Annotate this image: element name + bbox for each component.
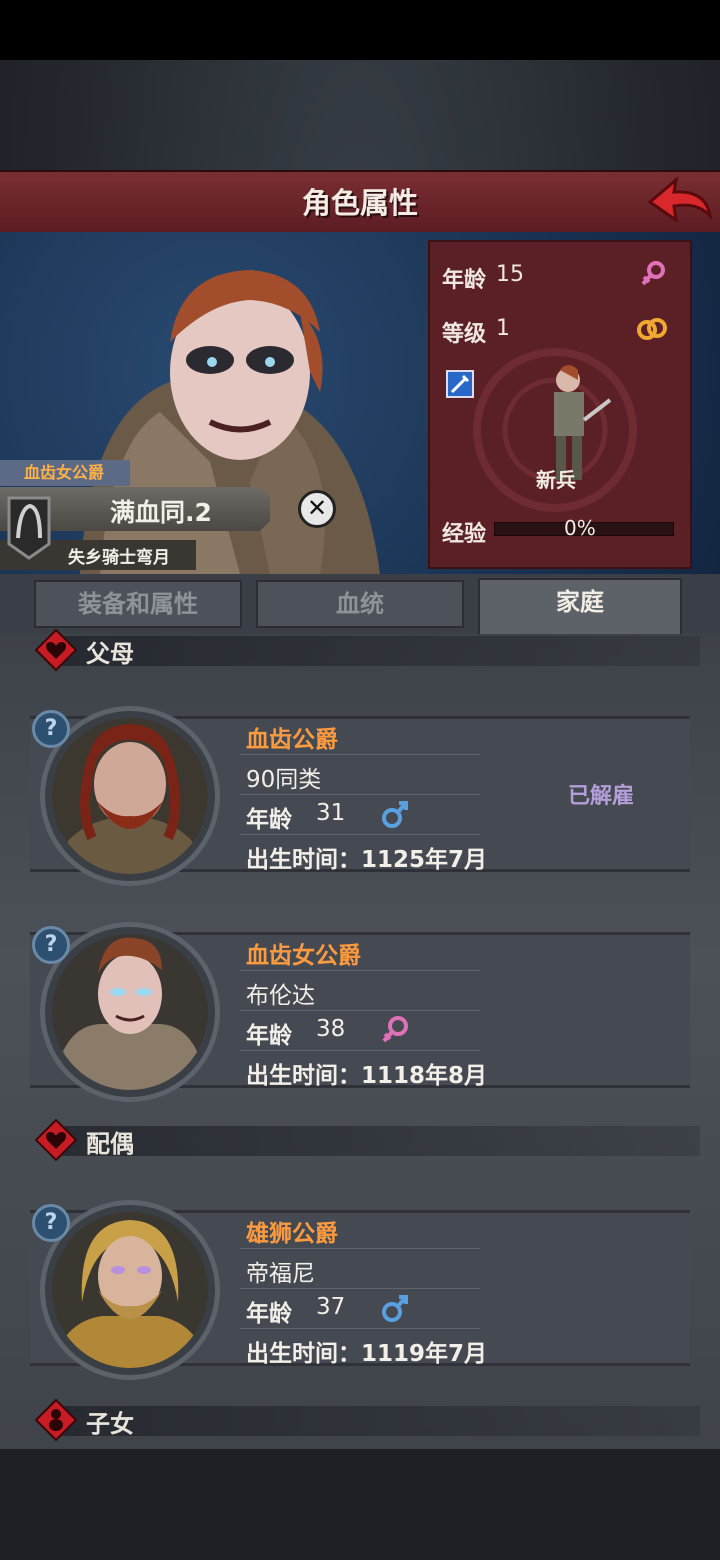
question-icon[interactable]: ?	[32, 926, 70, 964]
tab-bloodline[interactable]: 血统	[256, 580, 464, 628]
rings-icon	[637, 318, 667, 340]
male-icon	[382, 801, 408, 828]
section-children: 子女	[0, 1398, 720, 1442]
section-parents-label: 父母	[86, 640, 134, 668]
birth-date: 出生时间：1125年7月	[246, 847, 488, 873]
level-label: 等级	[442, 322, 487, 347]
section-parents: 父母	[0, 628, 720, 672]
female-icon	[641, 261, 665, 286]
family-title: 血齿公爵	[246, 727, 338, 753]
family-name: 90同类	[246, 767, 322, 793]
title-tag-label: 血齿女公爵	[24, 463, 105, 482]
shield-icon	[7, 496, 51, 560]
age-label: 年龄	[442, 268, 487, 293]
male-icon	[382, 1295, 408, 1322]
avatar	[52, 1212, 208, 1368]
age-label: 年龄	[246, 807, 292, 833]
level-value: 1	[496, 316, 510, 341]
avatar	[52, 718, 208, 874]
title-tag: 血齿女公爵	[0, 460, 130, 486]
family-title: 雄狮公爵	[246, 1221, 338, 1247]
exp-percent: 0%	[564, 516, 596, 540]
class-name: 新兵	[536, 468, 576, 492]
family-name: 布伦达	[246, 983, 315, 1009]
family-title: 血齿女公爵	[246, 943, 361, 969]
bottom-area	[0, 1449, 720, 1560]
age-value: 15	[496, 262, 524, 287]
close-icon[interactable]: ✕	[298, 490, 336, 528]
birth-date: 出生时间：1118年8月	[246, 1063, 488, 1089]
exp-label: 经验	[442, 522, 487, 547]
section-children-label: 子女	[86, 1410, 134, 1438]
female-icon	[382, 1016, 408, 1043]
family-card[interactable]: ? 血齿女公爵 布伦达 年龄 38 出生时间：1118年8月	[30, 922, 690, 1102]
age-label: 年龄	[246, 1023, 292, 1049]
heart-icon	[34, 628, 78, 672]
question-icon[interactable]: ?	[32, 710, 70, 748]
heart-icon	[34, 1118, 78, 1162]
status-bar	[0, 0, 720, 60]
section-spouse: 配偶	[0, 1118, 720, 1162]
birth-date: 出生时间：1119年7月	[246, 1341, 488, 1367]
tab-equipment[interactable]: 装备和属性	[34, 580, 242, 628]
age-value: 31	[316, 800, 346, 826]
family-card[interactable]: ? 血齿公爵 90同类 年龄 31 出生时间：1125年7月 已解雇	[30, 706, 690, 886]
status-badge: 已解雇	[568, 784, 635, 809]
question-icon[interactable]: ?	[32, 1204, 70, 1242]
sword-skill-icon[interactable]	[446, 370, 474, 398]
section-spouse-label: 配偶	[86, 1130, 134, 1158]
age-value: 37	[316, 1294, 346, 1320]
avatar	[52, 934, 208, 1090]
character-subtitle: 失乡骑士弯月	[68, 548, 170, 568]
age-value: 38	[316, 1016, 346, 1042]
back-arrow-icon[interactable]	[646, 176, 714, 226]
family-card[interactable]: ? 雄狮公爵 帝福尼 年龄 37 出生时间：1119年7月	[30, 1200, 690, 1380]
family-name: 帝福尼	[246, 1261, 315, 1287]
character-name: 满血同.2	[110, 498, 212, 527]
child-icon	[34, 1398, 78, 1442]
age-label: 年龄	[246, 1301, 292, 1327]
page-title: 角色属性	[301, 186, 418, 220]
